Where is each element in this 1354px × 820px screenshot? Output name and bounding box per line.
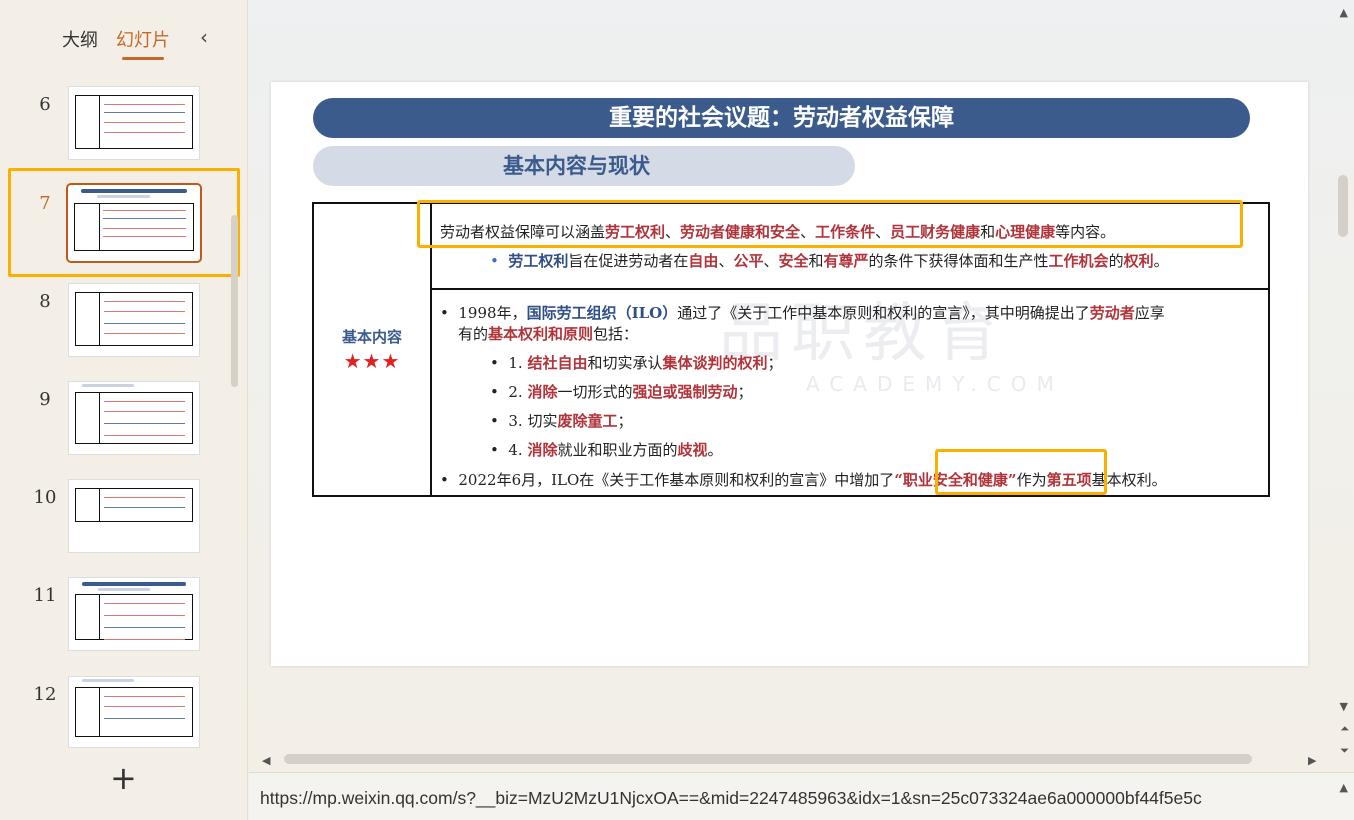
scroll-up-icon[interactable]: ▲ bbox=[1340, 781, 1348, 794]
highlight-box bbox=[417, 200, 1243, 248]
slide-thumb-6[interactable]: 6 bbox=[0, 86, 240, 166]
slide-panel-scrollbar[interactable] bbox=[231, 215, 238, 387]
list-item: • 4. 消除就业和职业方面的歧视。 bbox=[490, 441, 723, 459]
slide-number: 7 bbox=[39, 193, 51, 214]
slide-number: 9 bbox=[39, 389, 51, 410]
prev-page-icon[interactable]: ⏶ bbox=[1340, 722, 1349, 736]
slide-thumbnail[interactable] bbox=[68, 479, 200, 553]
row2-line1: • 1998年，国际劳工组织（ILO）通过了《关于工作中基本原则和权利的宣言》，… bbox=[440, 304, 1165, 322]
slide-number: 8 bbox=[39, 291, 51, 312]
list-item: • 3. 切实废除童工； bbox=[490, 412, 633, 430]
plus-icon[interactable]: + bbox=[110, 762, 137, 794]
slide-number: 10 bbox=[33, 487, 57, 508]
tab-outline[interactable]: 大纲 bbox=[62, 26, 98, 52]
slide-number: 6 bbox=[39, 94, 51, 115]
scroll-left-icon[interactable]: ◀ bbox=[262, 754, 270, 767]
slide-thumbnail[interactable] bbox=[66, 183, 202, 263]
scrollbar-thumb[interactable] bbox=[1338, 175, 1348, 237]
scroll-up-icon[interactable]: ▲ bbox=[1340, 6, 1348, 19]
slide-thumbnail[interactable] bbox=[68, 381, 200, 455]
slide-thumb-10[interactable]: 10 bbox=[0, 479, 240, 559]
slide-canvas[interactable]: 重要的社会议题：劳动者权益保障 基本内容与现状 品职教育 ACADEMY.COM… bbox=[271, 82, 1308, 666]
vertical-scrollbar[interactable]: ▲ ▼ ⏶ ⏷ bbox=[1332, 0, 1354, 770]
slide-thumb-7[interactable]: 7 bbox=[0, 183, 240, 265]
slide-subtitle: 基本内容与现状 bbox=[313, 146, 855, 186]
highlight-box bbox=[935, 449, 1107, 495]
tab-slides[interactable]: 幻灯片 bbox=[116, 26, 170, 60]
panel-tabs: 大纲 幻灯片 bbox=[62, 26, 170, 60]
slide-title: 重要的社会议题：劳动者权益保障 bbox=[313, 98, 1250, 138]
slide-thumb-9[interactable]: 9 bbox=[0, 381, 240, 461]
slide-thumb-12[interactable]: 12 bbox=[0, 676, 240, 756]
row2-line2: 有的基本权利和原则包括： bbox=[458, 325, 639, 343]
list-item: • 1. 结社自由和切实承认集体谈判的权利； bbox=[490, 354, 783, 372]
slide-thumbnail[interactable] bbox=[68, 577, 200, 651]
slide-thumbnail[interactable] bbox=[68, 283, 200, 357]
slide-number: 12 bbox=[33, 684, 57, 705]
chevron-left-icon[interactable]: ‹ bbox=[200, 25, 208, 49]
slide-thumb-8[interactable]: 8 bbox=[0, 283, 240, 363]
slide-number: 11 bbox=[33, 585, 57, 606]
table-row: • 1998年，国际劳工组织（ILO）通过了《关于工作中基本原则和权利的宣言》，… bbox=[432, 290, 1268, 495]
slide-thumb-11[interactable]: 11 bbox=[0, 577, 240, 657]
scroll-right-icon[interactable]: ▶ bbox=[1308, 754, 1316, 767]
next-page-icon[interactable]: ⏷ bbox=[1340, 744, 1349, 758]
star-rating: ★★★ bbox=[343, 349, 401, 373]
scroll-down-icon[interactable]: ▼ bbox=[1340, 700, 1348, 713]
horizontal-scrollbar-thumb[interactable] bbox=[284, 754, 1252, 764]
slide-thumbnail[interactable] bbox=[68, 676, 200, 748]
slide-panel: 大纲 幻灯片 ‹ 6 7 8 9 10 11 12 + bbox=[0, 0, 248, 820]
content-label-cell: 基本内容 ★★★ bbox=[314, 204, 432, 495]
list-item: • 2. 消除一切形式的强迫或强制劳动； bbox=[490, 383, 753, 401]
slide-thumbnail[interactable] bbox=[68, 86, 200, 160]
content-label: 基本内容 bbox=[341, 328, 402, 346]
notes-area[interactable]: https://mp.weixin.qq.com/s?__biz=MzU2MzU… bbox=[249, 772, 1354, 820]
row1-line2: • 劳工权利旨在促进劳动者在自由、公平、安全和有尊严的条件下获得体面和生产性工作… bbox=[490, 252, 1169, 270]
url-text[interactable]: https://mp.weixin.qq.com/s?__biz=MzU2MzU… bbox=[260, 788, 1318, 809]
